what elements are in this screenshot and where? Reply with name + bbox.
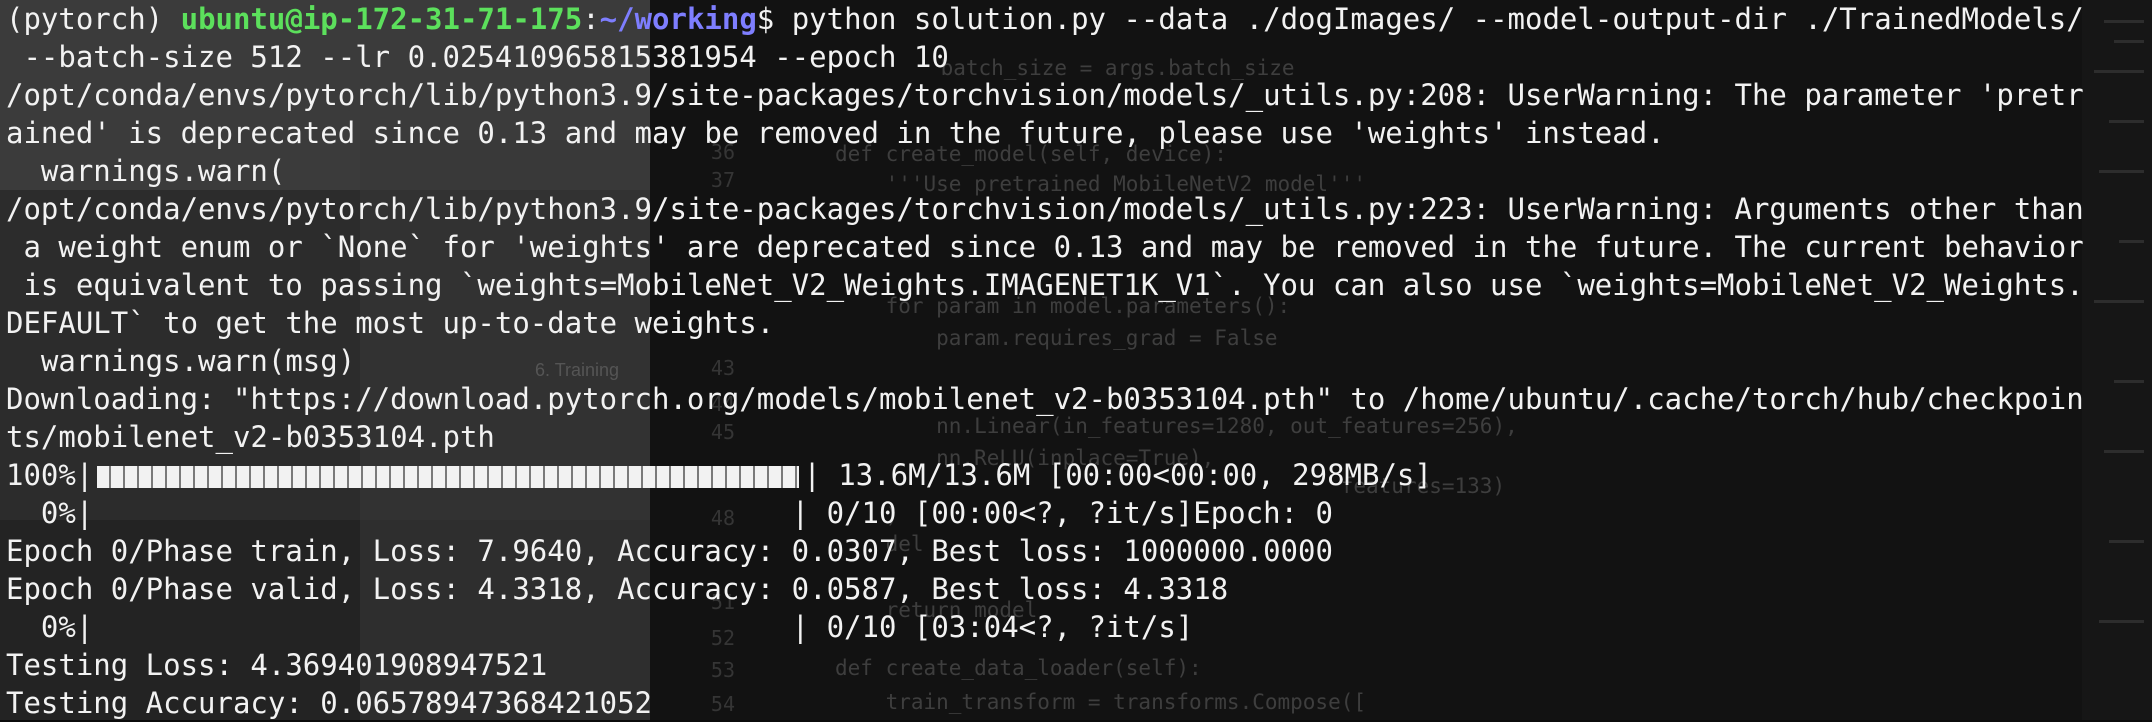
terminal-line: DEFAULT` to get the most up-to-date weig… bbox=[6, 306, 775, 340]
progress-bar bbox=[97, 466, 800, 488]
terminal-line: a weight enum or `None` for 'weights' ar… bbox=[6, 230, 2084, 264]
terminal-line: Testing Accuracy: 0.06578947368421052 bbox=[6, 686, 653, 720]
download-progress-line: 100%| | 13.6M/13.6M [00:00<00:00, 298MB/s… bbox=[6, 456, 2152, 494]
terminal-line: ts/mobilenet_v2-b0353104.pth bbox=[6, 420, 495, 454]
command-text: python solution.py --data ./dogImages/ -… bbox=[791, 2, 2084, 36]
terminal-line: 0%| | 0/10 [00:00<?, ?it/s]Epoch: 0 bbox=[6, 496, 1333, 530]
terminal-command-line: (pytorch) ubuntu@ip-172-31-71-175:~/work… bbox=[6, 0, 2152, 38]
terminal-line: /opt/conda/envs/pytorch/lib/python3.9/si… bbox=[6, 78, 2084, 112]
progress-prefix: 100%| bbox=[6, 458, 94, 492]
terminal-line: warnings.warn( bbox=[6, 154, 286, 188]
prompt-separator: : bbox=[582, 2, 600, 36]
terminal-line: Testing Loss: 4.369401908947521 bbox=[6, 648, 548, 682]
prompt-user-host: ubuntu@ip-172-31-71-175 bbox=[180, 2, 583, 36]
prompt-env: (pytorch) bbox=[6, 2, 181, 36]
terminal-line: --batch-size 512 --lr 0.0254109658153819… bbox=[6, 40, 949, 74]
prompt-path: ~/working bbox=[599, 2, 757, 36]
terminal-line: /opt/conda/envs/pytorch/lib/python3.9/si… bbox=[6, 192, 2084, 226]
terminal-output[interactable]: (pytorch) ubuntu@ip-172-31-71-175:~/work… bbox=[6, 0, 2152, 722]
terminal-line: ained' is deprecated since 0.13 and may … bbox=[6, 116, 1665, 150]
progress-suffix: | 13.6M/13.6M [00:00<00:00, 298MB/s] bbox=[803, 458, 1432, 492]
terminal-line: warnings.warn(msg) bbox=[6, 344, 356, 378]
terminal-line: 0%| | 0/10 [03:04<?, ?it/s] bbox=[6, 610, 1194, 644]
terminal-line: Downloading: "https://download.pytorch.o… bbox=[6, 382, 2084, 416]
terminal-line: Epoch 0/Phase train, Loss: 7.9640, Accur… bbox=[6, 534, 1333, 568]
prompt-symbol: $ bbox=[756, 2, 792, 36]
terminal-line: Epoch 0/Phase valid, Loss: 4.3318, Accur… bbox=[6, 572, 1229, 606]
terminal-line: is equivalent to passing `weights=Mobile… bbox=[6, 268, 2084, 302]
